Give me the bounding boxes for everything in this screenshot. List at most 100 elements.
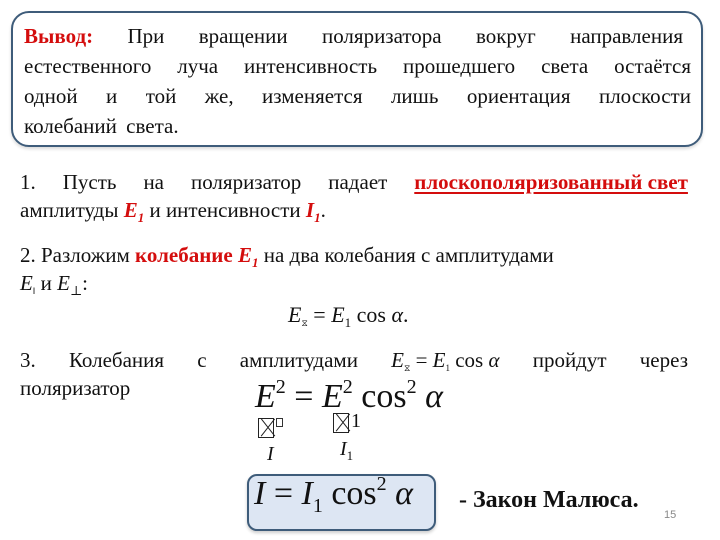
point-1-line-1: 1. Пусть на поляризатор падает плоскопол… (20, 168, 688, 196)
word: с (197, 348, 207, 372)
point-2: 2. Разложим колебание E1 на два колебани… (20, 241, 688, 297)
word: луча (177, 54, 219, 78)
text: и (35, 271, 58, 295)
malus-law-label: - Закон Малюса. (459, 487, 639, 513)
formula-lhs: E (288, 302, 302, 327)
equals-sign: = (410, 348, 433, 372)
formula-rhs: E (321, 378, 343, 415)
alpha-symbol: α (416, 378, 443, 415)
word: естественного (24, 54, 152, 78)
cos-function: cos (449, 348, 489, 372)
word: и (106, 84, 118, 108)
word: пройдут (532, 348, 607, 372)
var-symbol: I (305, 198, 315, 222)
alpha-symbol: α (488, 348, 500, 372)
word: интенсивность (244, 54, 378, 78)
formula-lhs: E (255, 378, 276, 415)
var-I1: I1 (305, 198, 321, 224)
conclusion-label: Вывод: (24, 24, 94, 48)
plane-polarized-light-highlight: плоскополяризованный свет (414, 170, 688, 194)
word: Колебания (68, 348, 165, 372)
var-E1: E1 (123, 198, 145, 224)
oscillation-highlight: колебание (135, 243, 233, 267)
text: . (320, 198, 326, 222)
formula-projection: E⧖ = E1 cos α. (288, 302, 409, 329)
equals-sign: = (265, 475, 302, 512)
var-E-perpendicular: E (57, 271, 70, 295)
var-subscript: 1 (346, 448, 354, 463)
intensity-label: I (267, 443, 274, 465)
word: плоскости (598, 84, 691, 108)
alpha-symbol: α (391, 302, 404, 327)
cos-function: cos (351, 302, 392, 327)
conclusion-box: Вывод: При вращении поляризатора вокруг … (11, 11, 703, 147)
word: Пусть (62, 170, 117, 194)
formula-rhs: E (432, 348, 446, 372)
formula-lhs-exponent: 2 (275, 376, 286, 398)
formula-lhs: E (391, 348, 404, 372)
text: амплитуды (20, 198, 124, 222)
word: вокруг (475, 24, 536, 48)
word: поляризатор (190, 170, 302, 194)
word: вращении (198, 24, 288, 48)
conclusion-line-3: одной и той же, изменяется лишь ориентац… (24, 81, 691, 111)
word: падает (328, 170, 388, 194)
word: одной (24, 84, 78, 108)
word: поляризатора (321, 24, 442, 48)
equals-sign: = (307, 302, 332, 327)
page-number: 15 (664, 509, 677, 521)
formula-rhs: E (331, 302, 345, 327)
formula-rhs-exponent: 2 (342, 376, 353, 398)
missing-glyph-icon (258, 418, 274, 438)
word: 1. (20, 170, 36, 194)
point-1-line-2: амплитуды E1 и интенсивности I1. (20, 196, 688, 224)
cos-exponent: 2 (406, 376, 417, 398)
word: амплитудами (239, 348, 358, 372)
word: той (145, 84, 177, 108)
var-symbol: I (340, 438, 347, 460)
word: на (143, 170, 164, 194)
text: 2. Разложим (20, 243, 136, 267)
word: направления (570, 24, 683, 48)
formula-rhs-subscript: 1 (351, 410, 361, 432)
formula-rhs: I (301, 475, 313, 512)
word: изменяется (262, 84, 363, 108)
formula-squared: E2 = E2 cos2 α (255, 376, 443, 416)
malus-formula: I = I1 cos2 α (254, 473, 414, 516)
word: 3. (20, 348, 36, 372)
word: прошедшего (402, 54, 516, 78)
var-symbol: E (123, 198, 138, 222)
var-symbol: E (237, 243, 252, 267)
cos-exponent: 2 (376, 473, 387, 495)
equals-sign: = (285, 378, 322, 415)
text: : (82, 271, 89, 295)
alpha-symbol: α (386, 475, 414, 512)
point-3-line-1: 3. Колебания с амплитудами E⧖ = E1 cos α… (20, 346, 688, 374)
conclusion-line-1: Вывод: При вращении поляризатора вокруг … (24, 21, 691, 51)
conclusion-line-4: колебаний света. (24, 114, 179, 138)
text: и интенсивности (144, 198, 306, 222)
point-1: 1. Пусть на поляризатор падает плоскопол… (20, 168, 688, 224)
point-2-line-1: 2. Разложим колебание E1 на два колебани… (20, 241, 688, 269)
missing-glyph-icon (276, 418, 283, 427)
period: . (403, 302, 409, 327)
word: света (541, 54, 589, 78)
missing-glyph-icon (333, 413, 349, 433)
intensity-1-label: I1 (340, 438, 353, 464)
word: остаётся (614, 54, 691, 78)
cos-function: cos (322, 475, 377, 512)
formula-rhs-subscript: 1 (312, 495, 323, 517)
word: При (127, 24, 165, 48)
point-2-line-2: E‖ и E⊥: (20, 269, 688, 297)
conclusion-line-2: естественного луча интенсивность прошедш… (24, 51, 691, 81)
formula-lhs: I (254, 475, 266, 512)
word: ориентация (466, 84, 571, 108)
word: через (639, 348, 688, 372)
var-E-parallel: E (20, 271, 33, 295)
conclusion-text: Вывод: При вращении поляризатора вокруг … (24, 21, 691, 141)
inline-formula: E⧖ = E1 cos α (391, 346, 499, 374)
perpendicular-subscript: ⊥ (69, 283, 83, 298)
text: на два колебания с амплитудами (258, 243, 554, 267)
var-E1: E1 (237, 243, 259, 269)
word: же, (204, 84, 234, 108)
